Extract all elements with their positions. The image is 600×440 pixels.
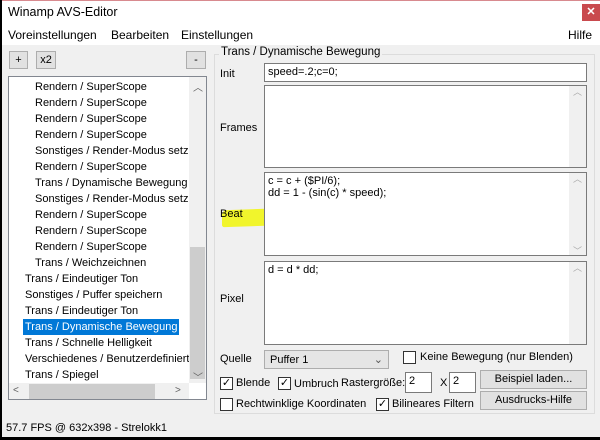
source-label: Quelle xyxy=(220,353,252,365)
pixel-scrollbar[interactable]: ︿ xyxy=(569,262,586,344)
pixel-label: Pixel xyxy=(220,293,244,305)
title-bar: Winamp AVS-Editor ✕ xyxy=(2,1,600,23)
source-value: Puffer 1 xyxy=(270,354,309,366)
frames-textarea[interactable]: ︿ xyxy=(264,85,587,168)
beat-scrollbar[interactable]: ︿ ﹀ xyxy=(569,173,586,256)
scroll-down-icon[interactable]: ﹀ xyxy=(193,369,203,384)
list-item[interactable]: Trans / Dynamische Bewegung xyxy=(23,319,180,335)
bilinear-checkbox[interactable]: ✓ xyxy=(376,398,389,411)
preset-list[interactable]: Trans / Weichzeichnen Trans / SpiegelVers… xyxy=(8,76,207,400)
load-example-button[interactable]: Beispiel laden... xyxy=(480,370,587,389)
list-item[interactable]: Trans / Spiegel xyxy=(23,367,101,383)
scroll-up-icon[interactable]: ︿ xyxy=(193,79,203,94)
list-item[interactable]: Rendern / SuperScope xyxy=(33,239,149,255)
beat-label: Beat xyxy=(220,208,243,220)
expression-help-button[interactable]: Ausdrucks-Hilfe xyxy=(480,391,587,410)
rect-coords-label: Rechtwinklige Koordinaten xyxy=(236,398,367,410)
menu-einstellungen[interactable]: Einstellungen xyxy=(181,28,253,42)
list-item[interactable]: Rendern / SuperScope xyxy=(33,79,149,95)
scroll-thumb[interactable] xyxy=(190,247,205,379)
wrap-checkbox[interactable]: ✓ xyxy=(278,377,291,390)
hscroll-thumb[interactable] xyxy=(29,384,155,399)
duplicate-button[interactable]: x2 xyxy=(36,51,56,69)
pixel-textarea[interactable]: d = d * dd; ︿ xyxy=(264,261,587,345)
menu-hilfe[interactable]: Hilfe xyxy=(568,28,592,42)
beat-textarea[interactable]: c = c + ($PI/6); dd = 1 - (sin(c) * spee… xyxy=(264,172,587,256)
init-input[interactable]: speed=.2;c=0; xyxy=(264,63,587,82)
list-item[interactable]: Sonstiges / Render-Modus setzen xyxy=(33,143,203,159)
list-item[interactable]: Sonstiges / Render-Modus setzen xyxy=(33,191,203,207)
grid-separator: X xyxy=(440,377,448,389)
list-item[interactable]: Rendern / SuperScope xyxy=(33,95,149,111)
list-item[interactable]: Rendern / SuperScope xyxy=(33,127,149,143)
status-bar: 57.7 FPS @ 632x398 - Strelokk1 xyxy=(6,422,167,434)
horizontal-scrollbar[interactable]: < > xyxy=(9,383,189,399)
grid-x-input[interactable]: 2 xyxy=(405,372,432,393)
window-title: Winamp AVS-Editor xyxy=(8,5,118,19)
add-button[interactable]: + xyxy=(9,51,28,69)
init-label: Init xyxy=(220,68,235,80)
avs-editor-window: Winamp AVS-Editor ✕ Voreinstellungen Bea… xyxy=(2,0,600,437)
scroll-left-icon[interactable]: < xyxy=(13,385,19,396)
frames-label: Frames xyxy=(220,122,258,134)
close-icon[interactable]: ✕ xyxy=(582,4,600,21)
grid-y-input[interactable]: 2 xyxy=(449,372,476,393)
list-item[interactable]: Rendern / SuperScope xyxy=(33,111,149,127)
group-title: Trans / Dynamische Bewegung xyxy=(219,46,383,58)
list-item[interactable]: Sonstiges / Puffer speichern xyxy=(23,287,164,303)
chevron-down-icon: ⌄ xyxy=(373,354,383,366)
wrap-label: Umbruch xyxy=(294,378,339,390)
blend-checkbox[interactable]: ✓ xyxy=(220,377,233,390)
list-item[interactable]: Rendern / SuperScope xyxy=(33,223,149,239)
list-item[interactable]: Trans / Dynamische Bewegung xyxy=(33,175,189,191)
vertical-scrollbar[interactable]: ︿ ﹀ xyxy=(189,77,206,384)
bilinear-label: Bilineares Filtern xyxy=(392,398,474,410)
list-item[interactable]: Rendern / SuperScope xyxy=(33,207,149,223)
beat-text: c = c + ($PI/6); dd = 1 - (sin(c) * spee… xyxy=(268,175,387,199)
remove-button[interactable]: - xyxy=(186,51,206,69)
list-item[interactable]: Verschiedenes / Benutzerdefinierte xyxy=(23,351,198,367)
list-item[interactable]: Trans / Schnelle Helligkeit xyxy=(23,335,154,351)
grid-size-label: Rastergröße: xyxy=(341,377,406,389)
menu-bearbeiten[interactable]: Bearbeiten xyxy=(111,28,169,42)
scroll-right-icon[interactable]: > xyxy=(175,385,181,396)
list-item[interactable]: Trans / Eindeutiger Ton xyxy=(23,303,140,319)
list-item[interactable]: Trans / Eindeutiger Ton xyxy=(23,271,140,287)
blend-label: Blende xyxy=(236,377,271,389)
list-item[interactable]: Trans / Weichzeichnen xyxy=(33,255,148,271)
menu-voreinstellungen[interactable]: Voreinstellungen xyxy=(8,28,97,42)
no-movement-label: Keine Bewegung (nur Blenden) xyxy=(420,351,573,363)
menu-bar: Voreinstellungen Bearbeiten Einstellunge… xyxy=(2,23,600,45)
list-item[interactable]: Rendern / SuperScope xyxy=(33,159,149,175)
rect-coords-checkbox[interactable] xyxy=(220,398,233,411)
frames-scrollbar[interactable]: ︿ xyxy=(569,86,586,167)
source-select[interactable]: Puffer 1 ⌄ xyxy=(264,350,389,369)
no-movement-checkbox[interactable] xyxy=(403,351,416,364)
pixel-text: d = d * dd; xyxy=(268,264,319,276)
